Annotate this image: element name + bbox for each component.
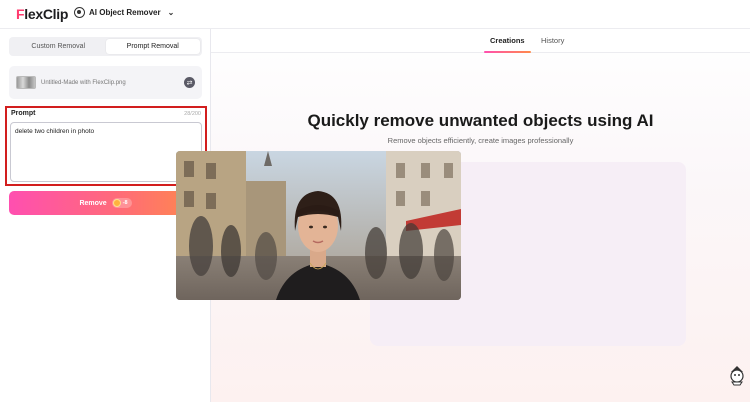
mascot-icon[interactable] <box>727 364 747 386</box>
prompt-input[interactable]: delete two children in photo <box>10 122 202 182</box>
tab-creations[interactable]: Creations <box>490 36 525 45</box>
page-title: Quickly remove unwanted objects using AI <box>307 111 654 130</box>
file-name: Untitled-Made with FlexClip.png <box>41 79 126 86</box>
coin-icon <box>112 199 121 207</box>
image-thumbnail <box>16 76 36 89</box>
page-subtitle: Remove objects efficiently, create image… <box>387 136 574 145</box>
credit-cost: -8 <box>122 200 128 206</box>
top-bar: FlexClip AI Object Remover ⌄ <box>0 0 750 29</box>
flexclip-logo[interactable]: FlexClip <box>16 6 68 22</box>
woman-in-street-photo <box>176 151 461 300</box>
object-remover-icon <box>74 7 85 18</box>
logo-text: lexClip <box>24 6 69 22</box>
result-tabs: Creations History <box>211 29 750 53</box>
uploaded-file-card[interactable]: Untitled-Made with FlexClip.png ⇄ <box>9 66 202 99</box>
tool-name: AI Object Remover <box>89 8 161 17</box>
active-tab-indicator <box>484 51 531 53</box>
prompt-label: Prompt <box>11 110 36 117</box>
remove-button[interactable]: Remove -8 <box>9 191 202 215</box>
mode-tabs: Custom Removal Prompt Removal <box>9 37 202 56</box>
swap-icon[interactable]: ⇄ <box>184 77 195 88</box>
tab-custom-removal[interactable]: Custom Removal <box>11 39 106 54</box>
tool-switcher[interactable]: AI Object Remover ⌄ <box>74 7 174 18</box>
remove-button-label: Remove <box>79 199 107 207</box>
logo-letter: F <box>16 6 25 22</box>
credit-badge: -8 <box>111 198 132 208</box>
tab-prompt-removal[interactable]: Prompt Removal <box>105 39 200 54</box>
chevron-down-icon: ⌄ <box>167 8 175 17</box>
prompt-char-count: 28/200 <box>184 111 201 117</box>
tab-history[interactable]: History <box>541 36 564 45</box>
